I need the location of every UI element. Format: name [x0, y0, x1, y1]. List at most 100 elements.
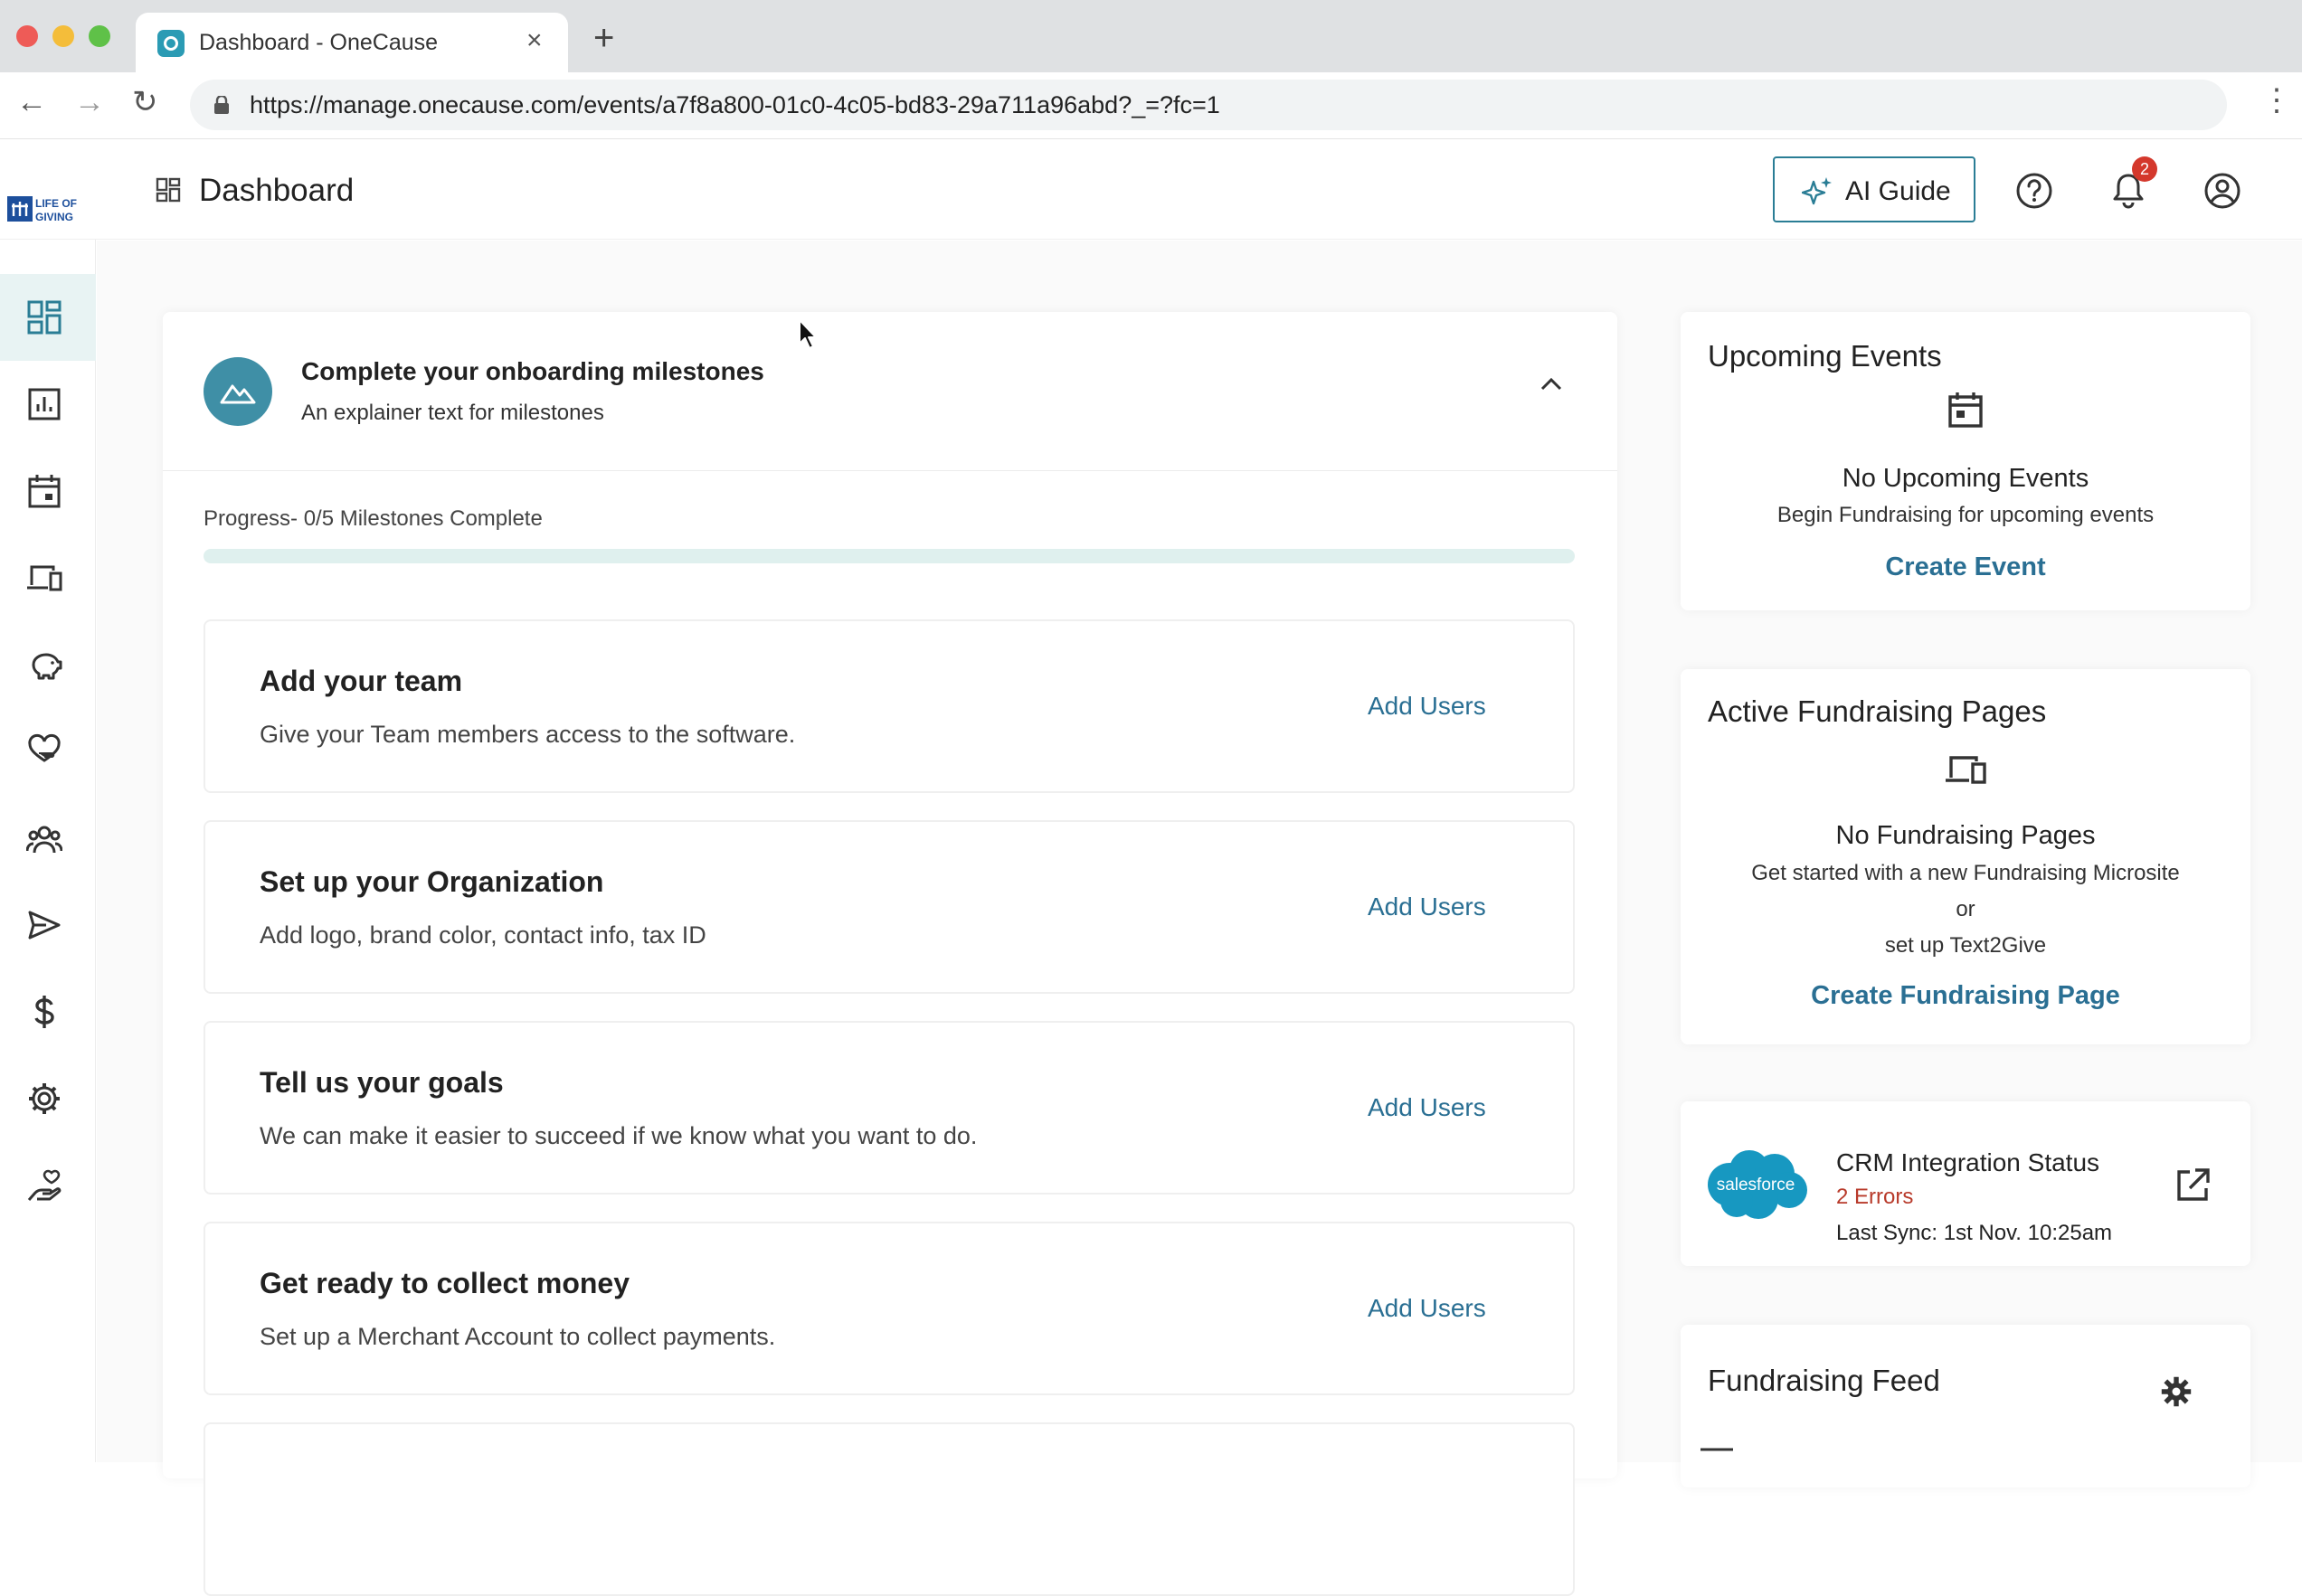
onboarding-title: Complete your onboarding milestones [301, 357, 764, 385]
milestone-description: Add logo, brand color, contact info, tax… [260, 921, 706, 949]
window-close-button[interactable] [16, 25, 38, 47]
send-icon [28, 911, 61, 940]
sidebar-item-events[interactable] [0, 448, 96, 534]
forward-button[interactable]: → [74, 87, 105, 118]
reload-button[interactable]: ↻ [132, 87, 158, 118]
fundraising-feed-card: Fundraising Feed [1681, 1325, 2250, 1487]
new-tab-button[interactable]: + [593, 20, 614, 56]
salesforce-logo: salesforce [1708, 1150, 1807, 1219]
sidebar-item-settings[interactable] [0, 1055, 96, 1142]
milestone-title: Tell us your goals [260, 1066, 504, 1099]
piggy-bank-icon [32, 653, 62, 680]
window-minimize-button[interactable] [52, 25, 74, 47]
sidebar-item-donations[interactable] [0, 708, 96, 795]
sidebar-item-fundraising[interactable] [0, 621, 96, 708]
devices-icon [1946, 756, 1986, 784]
upcoming-events-card: Upcoming Events No Upcoming Events Begin… [1681, 312, 2250, 610]
onboarding-subtitle: An explainer text for milestones [301, 401, 604, 425]
dollar-icon [34, 996, 54, 1028]
sidebar-item-giving[interactable] [0, 1142, 96, 1229]
no-events-heading: No Upcoming Events [1842, 464, 2089, 493]
milestone-title: Add your team [260, 665, 463, 697]
tab-close-icon[interactable]: × [526, 25, 543, 56]
milestone-item-collect-money: Get ready to collect money Set up a Merc… [204, 1222, 1575, 1395]
onecause-favicon-icon [157, 30, 185, 57]
dashboard-grid-icon [156, 177, 181, 203]
collapse-chevron-up-icon[interactable] [1538, 375, 1565, 393]
browser-titlebar: Dashboard - OneCause × + [0, 0, 2302, 72]
user-account-icon[interactable] [2203, 171, 2242, 211]
progress-bar [204, 549, 1575, 563]
upcoming-events-title: Upcoming Events [1708, 339, 1942, 373]
life-of-giving-logo[interactable]: LIFE OF GIVING [7, 193, 83, 225]
milestone-description: Give your Team members access to the sof… [260, 721, 796, 748]
browser-tab[interactable]: Dashboard - OneCause × [136, 13, 568, 72]
back-button[interactable]: ← [16, 87, 47, 118]
no-events-text: Begin Fundraising for upcoming events [1776, 503, 2155, 527]
url-text: https://manage.onecause.com/events/a7f8a… [250, 91, 1220, 118]
create-event-link[interactable]: Create Event [1681, 552, 2250, 582]
sidebar-item-reports[interactable] [0, 361, 96, 448]
address-bar[interactable]: https://manage.onecause.com/events/a7f8a… [190, 80, 2227, 130]
add-users-button[interactable]: Add Users [1368, 1093, 1486, 1122]
progress-label: Progress- 0/5 Milestones Complete [204, 506, 543, 531]
calendar-event-icon [28, 475, 61, 508]
sidebar-item-people[interactable] [0, 795, 96, 882]
create-fundraising-page-link[interactable]: Create Fundraising Page [1681, 981, 2250, 1011]
browser-menu-icon[interactable]: ⋮ [2261, 85, 2292, 116]
sidebar-nav [0, 240, 96, 1462]
no-pages-heading: No Fundraising Pages [1835, 821, 2096, 850]
fundraising-pages-title: Active Fundraising Pages [1708, 694, 2047, 728]
milestones-avatar [204, 357, 272, 426]
add-users-button[interactable]: Add Users [1368, 1294, 1486, 1323]
settings-icon [29, 1083, 60, 1114]
people-icon [26, 826, 62, 854]
milestone-item-setup-organization: Set up your Organization Add logo, brand… [204, 820, 1575, 994]
donation-hand-icon [27, 1169, 62, 1201]
milestone-item-add-team: Add your team Give your Team members acc… [204, 619, 1575, 793]
divider [163, 470, 1617, 471]
devices-icon [27, 565, 62, 591]
fundraising-feed-title: Fundraising Feed [1708, 1364, 1940, 1397]
crm-errors[interactable]: 2 Errors [1836, 1185, 1913, 1210]
sidebar-item-payments[interactable] [0, 968, 96, 1055]
ai-guide-button[interactable]: AI Guide [1773, 156, 1975, 222]
crm-status-card: salesforce CRM Integration Status 2 Erro… [1681, 1101, 2250, 1266]
sparkle-icon [1802, 177, 1832, 205]
sidebar-item-dashboard[interactable] [0, 274, 96, 361]
help-icon[interactable] [2014, 171, 2054, 211]
milestone-item-next [204, 1422, 1575, 1596]
app-header: LIFE OF GIVING Dashboard AI Guide 2 [0, 140, 2302, 240]
milestone-item-goals: Tell us your goals We can make it easier… [204, 1021, 1575, 1195]
milestone-title: Get ready to collect money [260, 1267, 630, 1299]
heart-hand-icon [28, 733, 61, 762]
sidebar-item-microsites[interactable] [0, 534, 96, 621]
window-zoom-button[interactable] [89, 25, 110, 47]
salesforce-logo-text: salesforce [1717, 1176, 1795, 1195]
no-pages-line-3: set up Text2Give [1884, 933, 2047, 958]
mountain-icon [220, 384, 256, 404]
svg-text:GIVING: GIVING [35, 211, 73, 223]
milestone-description: We can make it easier to succeed if we k… [260, 1122, 978, 1149]
no-pages-line-2: or [1956, 897, 1975, 921]
sidebar-item-messaging[interactable] [0, 882, 96, 968]
feed-settings-icon[interactable] [2160, 1375, 2193, 1408]
lock-icon [214, 96, 229, 114]
dashboard-icon [27, 300, 62, 335]
milestone-description: Set up a Merchant Account to collect pay… [260, 1323, 776, 1350]
open-external-icon[interactable] [2174, 1166, 2212, 1204]
crm-title: CRM Integration Status [1836, 1148, 2100, 1176]
calendar-icon [1948, 392, 1983, 428]
browser-toolbar: ← → ↻ https://manage.onecause.com/events… [0, 72, 2302, 139]
onboarding-card: Complete your onboarding milestones An e… [163, 312, 1617, 1596]
milestone-title: Set up your Organization [260, 865, 604, 898]
svg-text:LIFE OF: LIFE OF [35, 197, 77, 210]
add-users-button[interactable]: Add Users [1368, 892, 1486, 921]
fundraising-pages-card: Active Fundraising Pages No Fundraising … [1681, 669, 2250, 1044]
mouse-cursor-icon [799, 319, 817, 349]
reports-icon [28, 388, 61, 420]
add-users-button[interactable]: Add Users [1368, 692, 1486, 721]
notification-count-badge: 2 [2132, 156, 2157, 182]
tab-title: Dashboard - OneCause [199, 30, 439, 55]
ai-guide-label: AI Guide [1845, 176, 1951, 206]
